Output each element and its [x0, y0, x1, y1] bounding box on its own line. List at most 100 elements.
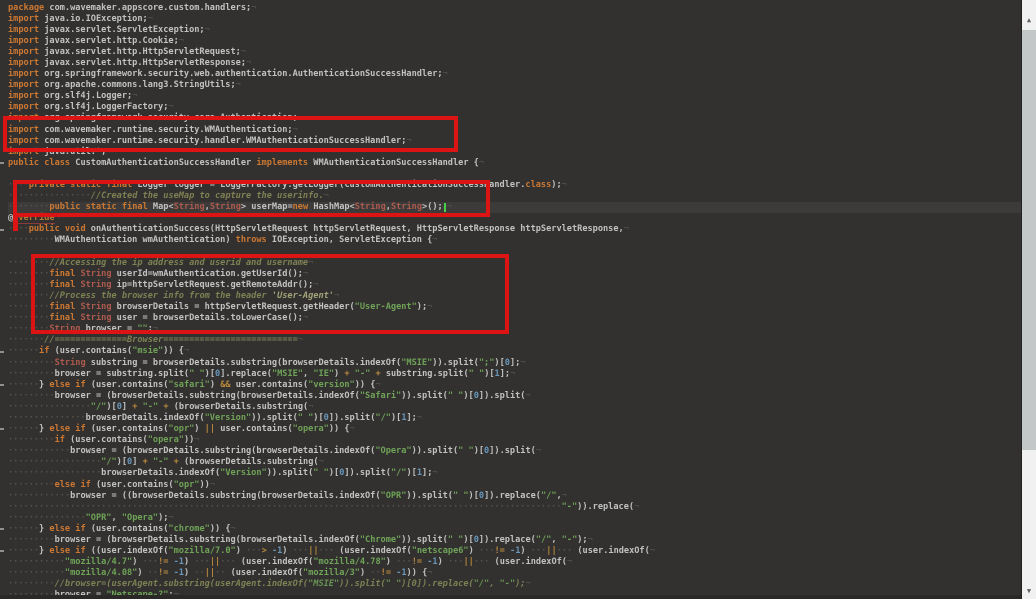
code-line[interactable] [8, 169, 1022, 180]
code-line[interactable]: import com.wavemaker.runtime.security.ha… [8, 136, 1022, 147]
code-token: ·· [148, 568, 158, 578]
code-line[interactable]: import com.wavemaker.runtime.security.WM… [8, 125, 1022, 136]
code-line[interactable]: ········String browser = "";¬ [8, 324, 1022, 335]
code-line[interactable]: ······} else if ((user.indexOf("mozilla/… [8, 546, 1022, 557]
code-line[interactable]: ···············browserDetails.indexOf("V… [8, 413, 1022, 424]
code-line[interactable]: ·········browser = (browserDetails.subst… [8, 391, 1022, 402]
code-token: ¬ [246, 58, 251, 68]
code-token: (user.contains( [91, 380, 169, 390]
code-token: ······ [8, 546, 39, 556]
code-line[interactable]: ········final String user = browserDetai… [8, 313, 1022, 324]
code-token: ······ [8, 346, 39, 356]
code-line[interactable]: import org.slf4j.Logger;¬ [8, 91, 1022, 102]
code-line[interactable]: ········final String userId=wmAuthentica… [8, 269, 1022, 280]
code-token: import [8, 47, 44, 57]
code-token: || [210, 557, 220, 567]
code-line[interactable]: ··················"/")[0] + "-" + (brows… [8, 457, 1022, 468]
code-token: "/" [536, 535, 552, 545]
code-token: ) [469, 546, 479, 556]
code-line[interactable]: import java.io.IOException;¬ [8, 14, 1022, 25]
code-token: "" [137, 324, 147, 334]
code-token: ¬ [350, 424, 355, 434]
code-token: "/" [375, 413, 391, 423]
code-line[interactable]: ············browser = ((browserDetails.s… [8, 491, 1022, 502]
fold-marker[interactable] [0, 428, 4, 430]
code-line[interactable]: import javax.servlet.http.Cookie;¬ [8, 36, 1022, 47]
code-line[interactable]: ············browser = (browserDetails.su… [8, 446, 1022, 457]
code-token: ¬ [406, 136, 411, 146]
code-token: ] [132, 457, 142, 467]
code-line[interactable]: ········final String ip=httpServletReque… [8, 280, 1022, 291]
code-line[interactable] [8, 247, 1022, 258]
fold-marker[interactable] [0, 162, 4, 164]
code-line[interactable]: ·········browser = (browserDetails.subst… [8, 535, 1022, 546]
code-line[interactable]: ·········//browser=(userAgent.substring(… [8, 579, 1022, 590]
scroll-down-button[interactable]: ▼ [1022, 583, 1036, 599]
code-token: )) { [163, 346, 184, 356]
code-line[interactable]: import javax.servlet.http.HttpServletReq… [8, 47, 1022, 58]
code-token: ((user.indexOf( [91, 546, 169, 556]
fold-marker[interactable] [0, 384, 4, 386]
fold-marker[interactable] [0, 229, 4, 231]
code-token: public class [8, 158, 75, 168]
fold-marker[interactable] [0, 528, 4, 530]
code-token: , [303, 369, 313, 379]
code-token: , [489, 579, 499, 589]
scroll-up-button[interactable]: ▲ [1022, 12, 1036, 28]
code-token: >(); [422, 202, 443, 212]
code-line[interactable]: import javax.servlet.ServletException;¬ [8, 25, 1022, 36]
code-line[interactable]: ······} else if (user.contains("chrome")… [8, 524, 1022, 535]
code-line[interactable]: ··················browserDetails.indexOf… [8, 468, 1022, 479]
code-line[interactable]: ········································… [8, 502, 1022, 513]
code-line[interactable]: ················//Created the useMap to … [8, 191, 1022, 202]
code-line[interactable]: ······} else if (user.contains("opr") ||… [8, 424, 1022, 435]
code-line[interactable]: import org.slf4j.LoggerFactory;¬ [8, 102, 1022, 113]
code-line[interactable]: public class CustomAuthenticationSuccess… [8, 158, 1022, 169]
code-line[interactable]: import javax.servlet.http.HttpServletRes… [8, 58, 1022, 69]
code-token: ·· [215, 568, 225, 578]
code-line[interactable]: ···········"mozilla/4.7") ···!= -1) ···|… [8, 557, 1022, 568]
code-line[interactable]: import org.springframework.security.web.… [8, 69, 1022, 80]
fold-marker[interactable] [0, 550, 4, 552]
scrollbar-thumb[interactable] [1022, 30, 1036, 450]
code-token: ¬ [334, 291, 339, 301]
code-line[interactable]: package com.wavemaker.appscore.custom.ha… [8, 3, 1022, 14]
code-line[interactable]: import org.springframework.security.core… [8, 113, 1022, 124]
code-token: ) [438, 557, 448, 567]
code-line[interactable]: ·········WMAuthentication wmAuthenticati… [8, 235, 1022, 246]
code-line[interactable]: ········//Accessing the ip address and u… [8, 258, 1022, 269]
code-line[interactable]: import java.util.*;¬ [8, 147, 1022, 158]
code-line[interactable]: ·········else if (user.contains("opr"))¬ [8, 480, 1022, 491]
code-line[interactable]: ········//Process the browser info from … [8, 291, 1022, 302]
code-line[interactable]: ····private static final Logger logger =… [8, 180, 1022, 191]
code-line[interactable]: ·······//==============Browser==========… [8, 335, 1022, 346]
horizontal-scrollbar-track[interactable] [0, 595, 1022, 599]
code-token: Logger logger = LoggerFactory.getLogger(… [137, 180, 525, 190]
code-token: //browser=(userAgent.substring(userAgent… [55, 579, 309, 589]
fold-marker[interactable] [0, 351, 4, 353]
code-line[interactable]: ·········if (user.contains("opera"))¬ [8, 435, 1022, 446]
code-line[interactable]: ······} else if (user.contains("safari")… [8, 380, 1022, 391]
code-line[interactable]: ········final String browserDetails = ht… [8, 302, 1022, 313]
code-token: javax.servlet.http.Cookie; [44, 36, 179, 46]
code-line[interactable]: ·········browser = substring.split(" ")[… [8, 369, 1022, 380]
code-token: > userMap= [241, 202, 293, 212]
code-token: new [293, 202, 309, 212]
code-line[interactable]: ···············"OPR", "Opera");¬ [8, 513, 1022, 524]
vertical-scrollbar[interactable]: ▲ ▼ [1021, 0, 1036, 599]
code-line[interactable]: ················"/")[0] + "-" + (browser… [8, 402, 1022, 413]
code-line[interactable]: ········public static final Map<String,S… [8, 202, 1022, 213]
code-line[interactable]: ······if (user.contains("msie")) {¬ [8, 346, 1022, 357]
code-line[interactable]: ·········String substring = browserDetai… [8, 358, 1022, 369]
code-token: )) { [329, 424, 350, 434]
code-editor[interactable]: package com.wavemaker.appscore.custom.ha… [0, 0, 1022, 599]
code-token: || [463, 557, 473, 567]
code-token: != [158, 568, 174, 578]
code-line[interactable]: ····public void onAuthenticationSuccess(… [8, 224, 1022, 235]
code-line[interactable]: import org.apache.commons.lang3.StringUt… [8, 80, 1022, 91]
code-token: "/" [101, 457, 117, 467]
code-token: ); [551, 180, 561, 190]
code-token: import [8, 113, 44, 123]
code-line[interactable]: ···········"mozilla/4.08") ··!= -1) ··||… [8, 568, 1022, 579]
code-line[interactable]: @Override¬ [8, 213, 1022, 224]
